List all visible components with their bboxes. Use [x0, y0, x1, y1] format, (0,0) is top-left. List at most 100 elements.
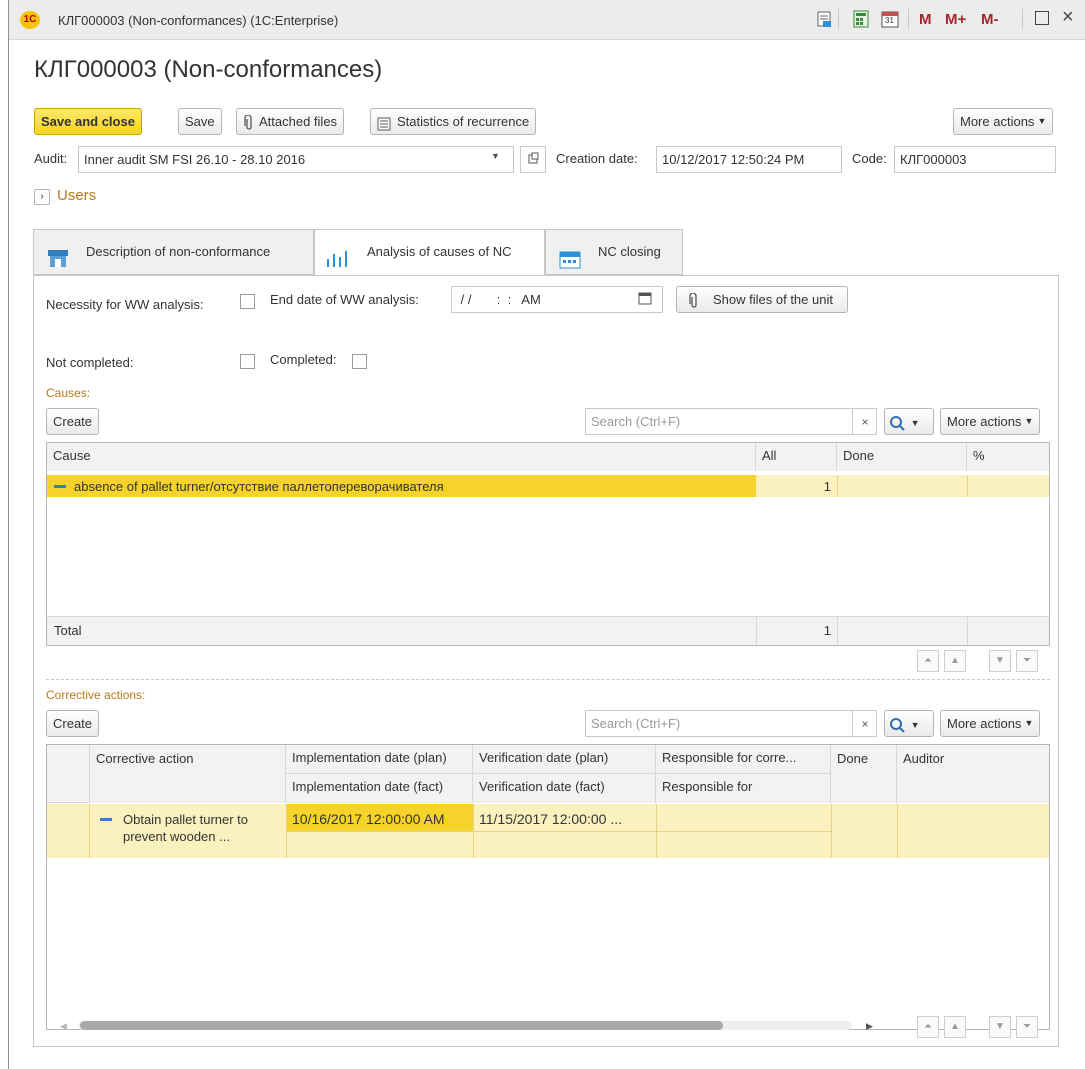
- scroll-up-button[interactable]: ▲: [944, 1016, 966, 1038]
- column-header-done[interactable]: Done: [831, 745, 897, 803]
- chevron-down-icon: ▼: [910, 418, 920, 428]
- attached-files-button[interactable]: Attached files: [236, 108, 345, 135]
- completed-checkbox[interactable]: [352, 354, 367, 369]
- cell-divider: [831, 804, 832, 858]
- creation-date-label: Creation date:: [556, 151, 638, 166]
- column-header-corrective-action[interactable]: Corrective action: [90, 745, 286, 803]
- users-group-link[interactable]: Users: [57, 187, 96, 204]
- corrective-action-line2: prevent wooden ...: [123, 829, 230, 844]
- cell-divider: [837, 617, 838, 645]
- item-icon: [100, 818, 112, 821]
- tab-analysis[interactable]: Analysis of causes of NC: [314, 229, 545, 276]
- causes-search-button[interactable]: ▼: [884, 408, 934, 435]
- calendar-icon[interactable]: 31: [880, 9, 900, 29]
- corrective-search-input[interactable]: Search (Ctrl+F): [585, 710, 877, 737]
- causes-search-clear-button[interactable]: ×: [852, 408, 877, 435]
- more-actions-button[interactable]: More actions ▼: [953, 108, 1054, 135]
- memory-plus-button[interactable]: M+: [945, 11, 966, 28]
- creation-date-field[interactable]: 10/12/2017 12:50:24 PM: [656, 146, 842, 173]
- divider: [838, 9, 839, 29]
- corrective-more-actions-button[interactable]: More actions ▼: [940, 710, 1041, 737]
- causes-create-button[interactable]: Create: [46, 408, 100, 435]
- divider: [908, 9, 909, 29]
- chevron-down-icon: ▼: [1037, 116, 1047, 126]
- 1c-logo: 1С: [20, 11, 40, 29]
- corrective-create-button[interactable]: Create: [46, 710, 100, 737]
- necessity-label: Necessity for WW analysis:: [46, 297, 204, 312]
- dropdown-arrow-icon[interactable]: ▼: [491, 151, 500, 161]
- calculator-icon[interactable]: [851, 9, 871, 29]
- corrective-action-line1: Obtain pallet turner to: [123, 812, 249, 827]
- end-date-label: End date of WW analysis:: [270, 292, 419, 307]
- close-button[interactable]: ×: [1062, 6, 1074, 29]
- scroll-up-button[interactable]: ▲: [944, 650, 966, 672]
- search-icon: [890, 415, 905, 431]
- tab-description-label: Description of non-conformance: [86, 244, 271, 259]
- calendar-picker-icon[interactable]: [638, 291, 652, 308]
- causes-total-row: [47, 616, 1049, 645]
- print-icon[interactable]: [814, 9, 834, 29]
- column-header-done[interactable]: Done: [837, 443, 967, 471]
- necessity-checkbox[interactable]: [240, 294, 255, 309]
- column-header-responsible[interactable]: Responsible for corre...: [656, 745, 831, 774]
- verif-plan-cell: 11/15/2017 12:00:00 ...: [479, 811, 622, 827]
- not-completed-label: Not completed:: [46, 355, 134, 370]
- causes-section-label: Causes:: [46, 386, 91, 400]
- show-files-button[interactable]: Show files of the unit: [676, 286, 848, 313]
- total-label: Total: [54, 623, 82, 638]
- code-label: Code:: [852, 151, 887, 166]
- divider: [1022, 9, 1023, 29]
- open-link-button[interactable]: [520, 146, 546, 173]
- tab-analysis-label: Analysis of causes of NC: [367, 244, 512, 259]
- column-header-all[interactable]: All: [756, 443, 837, 471]
- scroll-right-arrow[interactable]: ▶: [866, 1021, 873, 1032]
- cell-divider: [967, 617, 968, 645]
- column-header-cause[interactable]: Cause: [47, 443, 756, 471]
- save-button[interactable]: Save: [178, 108, 222, 135]
- show-files-label: Show files of the unit: [713, 292, 833, 307]
- column-header-percent[interactable]: %: [967, 443, 1049, 471]
- audit-field[interactable]: Inner audit SM FSI 26.10 - 28.10 2016: [78, 146, 514, 173]
- scroll-first-button[interactable]: ⏶: [917, 650, 939, 672]
- page-title: КЛГ000003 (Non-conformances): [34, 56, 383, 83]
- column-header-verif-plan[interactable]: Verification date (plan): [473, 745, 656, 774]
- search-icon: [890, 717, 905, 733]
- cell-divider: [756, 617, 757, 645]
- all-cell: 1: [823, 479, 831, 494]
- corrective-search-button[interactable]: ▼: [884, 710, 934, 737]
- scroll-last-button[interactable]: ⏷: [1016, 650, 1038, 672]
- cause-cell: absence of pallet turner/отсутствие палл…: [74, 479, 444, 494]
- scroll-left-arrow[interactable]: ◀: [60, 1021, 67, 1032]
- statistics-button[interactable]: Statistics of recurrence: [370, 108, 537, 135]
- save-and-close-button[interactable]: Save and close: [34, 108, 142, 135]
- restore-button[interactable]: [1035, 11, 1049, 25]
- memory-button[interactable]: M: [919, 11, 932, 28]
- expand-toggle-icon[interactable]: ›: [34, 189, 50, 205]
- column-header-verif-fact[interactable]: Verification date (fact): [473, 774, 656, 803]
- horizontal-scrollbar-thumb[interactable]: [80, 1021, 723, 1030]
- causes-more-actions-button[interactable]: More actions ▼: [940, 408, 1041, 435]
- scroll-first-button[interactable]: ⏶: [917, 1016, 939, 1038]
- chevron-down-icon: ▼: [910, 720, 920, 730]
- column-header-auditor[interactable]: Auditor: [897, 745, 1049, 803]
- cell-divider: [897, 804, 898, 858]
- window-title: КЛГ000003 (Non-conformances) (1C:Enterpr…: [58, 13, 339, 28]
- scroll-down-button[interactable]: ▼: [989, 650, 1011, 672]
- code-field[interactable]: КЛГ000003: [894, 146, 1056, 173]
- memory-minus-button[interactable]: M-: [981, 11, 999, 28]
- statistics-label: Statistics of recurrence: [397, 114, 530, 129]
- not-completed-checkbox[interactable]: [240, 354, 255, 369]
- scroll-down-button[interactable]: ▼: [989, 1016, 1011, 1038]
- report-icon: [377, 114, 391, 139]
- column-header-impl-fact[interactable]: Implementation date (fact): [286, 774, 473, 803]
- tab-description[interactable]: Description of non-conformance: [33, 229, 314, 275]
- column-header-impl-plan[interactable]: Implementation date (plan): [286, 745, 473, 774]
- scroll-last-button[interactable]: ⏷: [1016, 1016, 1038, 1038]
- tab-nc-closing[interactable]: NC closing: [545, 229, 683, 275]
- corrective-section-label: Corrective actions:: [46, 688, 146, 702]
- causes-search-input[interactable]: Search (Ctrl+F): [585, 408, 877, 435]
- corrective-search-clear-button[interactable]: ×: [852, 710, 877, 737]
- column-header-responsible-fact[interactable]: Responsible for: [656, 774, 831, 803]
- open-icon: [528, 152, 539, 164]
- end-date-field[interactable]: / / : : AM: [451, 286, 663, 313]
